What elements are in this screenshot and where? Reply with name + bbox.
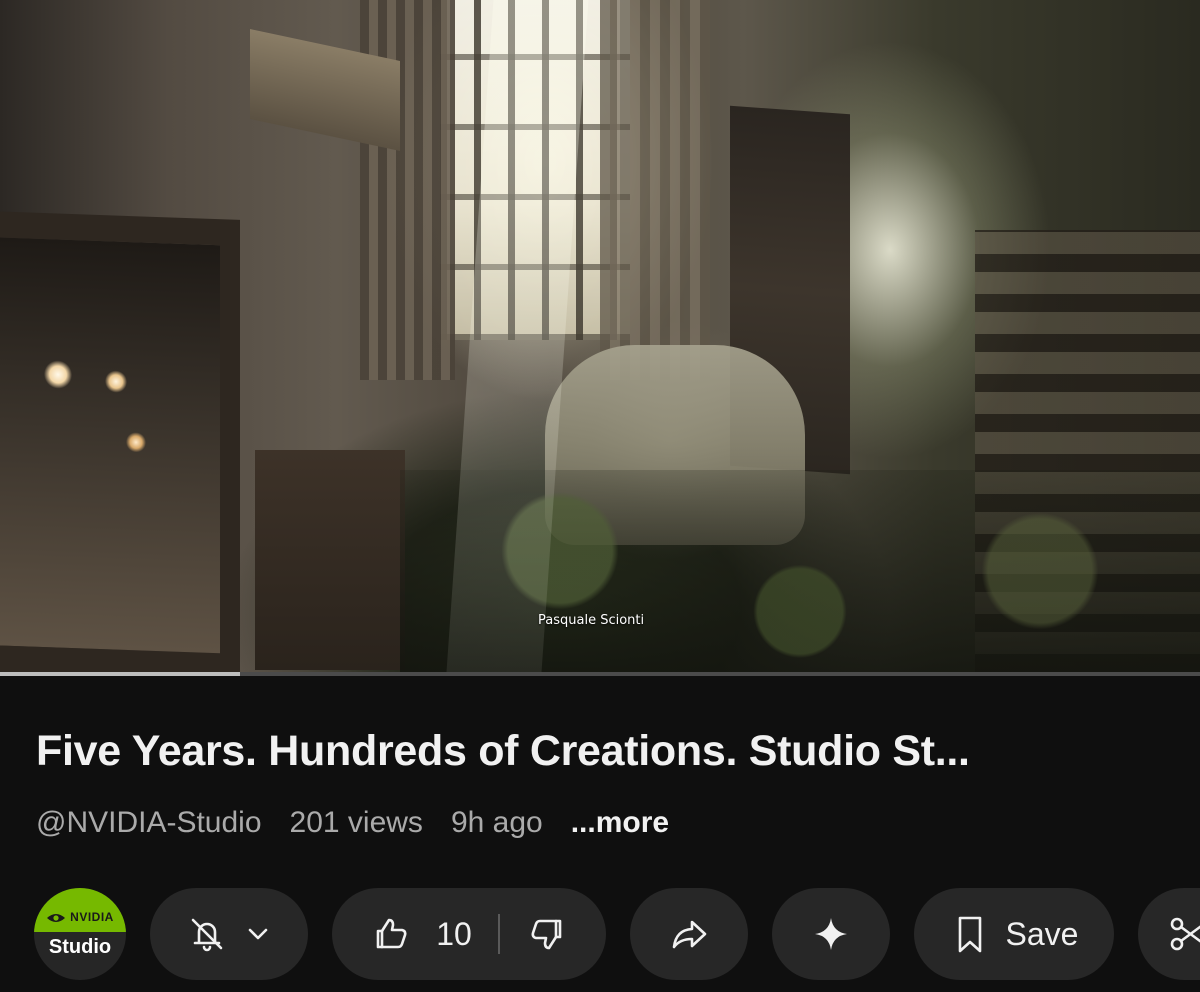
- video-progress-fill: [0, 672, 240, 676]
- share-button[interactable]: [630, 888, 748, 980]
- video-meta-row[interactable]: @NVIDIA-Studio 201 views 9h ago ...more: [36, 806, 669, 840]
- video-curtain-right: [600, 0, 710, 380]
- video-watch-page: Pasquale Scionti Five Years. Hundreds of…: [0, 0, 1200, 992]
- avatar-brand: NVIDIA: [70, 910, 114, 924]
- chevron-down-icon: [248, 928, 268, 940]
- scissors-icon: [1170, 917, 1200, 951]
- save-label: Save: [1005, 915, 1079, 952]
- dislike-button[interactable]: [500, 913, 594, 955]
- view-count: 201 views: [289, 806, 423, 839]
- save-button[interactable]: Save: [914, 888, 1114, 980]
- video-progress-bar[interactable]: [0, 672, 1200, 676]
- bookmark-icon: [958, 916, 981, 953]
- like-button[interactable]: 10: [344, 913, 498, 955]
- nvidia-eye-icon: [47, 914, 66, 922]
- sparkle-icon: [815, 918, 847, 950]
- avatar-brand-strip: NVIDIA: [34, 888, 126, 932]
- channel-avatar[interactable]: NVIDIA Studio: [34, 888, 126, 980]
- share-icon: [672, 920, 707, 949]
- clip-button[interactable]: [1138, 888, 1200, 980]
- video-picture-frame: [0, 210, 240, 672]
- action-bar: NVIDIA Studio 10 Save: [34, 888, 1200, 980]
- like-count: 10: [436, 915, 472, 952]
- like-dislike-group: 10: [332, 888, 606, 980]
- ask-ai-button[interactable]: [772, 888, 890, 980]
- upload-age: 9h ago: [450, 806, 543, 839]
- channel-handle[interactable]: @NVIDIA-Studio: [36, 806, 262, 840]
- more-link[interactable]: ...more: [571, 806, 669, 840]
- video-wooden-box: [255, 450, 405, 670]
- thumbs-down-icon: [531, 919, 562, 950]
- video-caption: Pasquale Scionti: [538, 613, 645, 628]
- avatar-sub: Studio: [48, 936, 112, 958]
- video-title[interactable]: Five Years. Hundreds of Creations. Studi…: [36, 727, 1176, 776]
- video-player[interactable]: Pasquale Scionti: [0, 0, 1200, 672]
- bell-off-icon: [191, 918, 223, 952]
- notifications-button[interactable]: [150, 888, 308, 980]
- thumbs-up-icon: [376, 918, 407, 949]
